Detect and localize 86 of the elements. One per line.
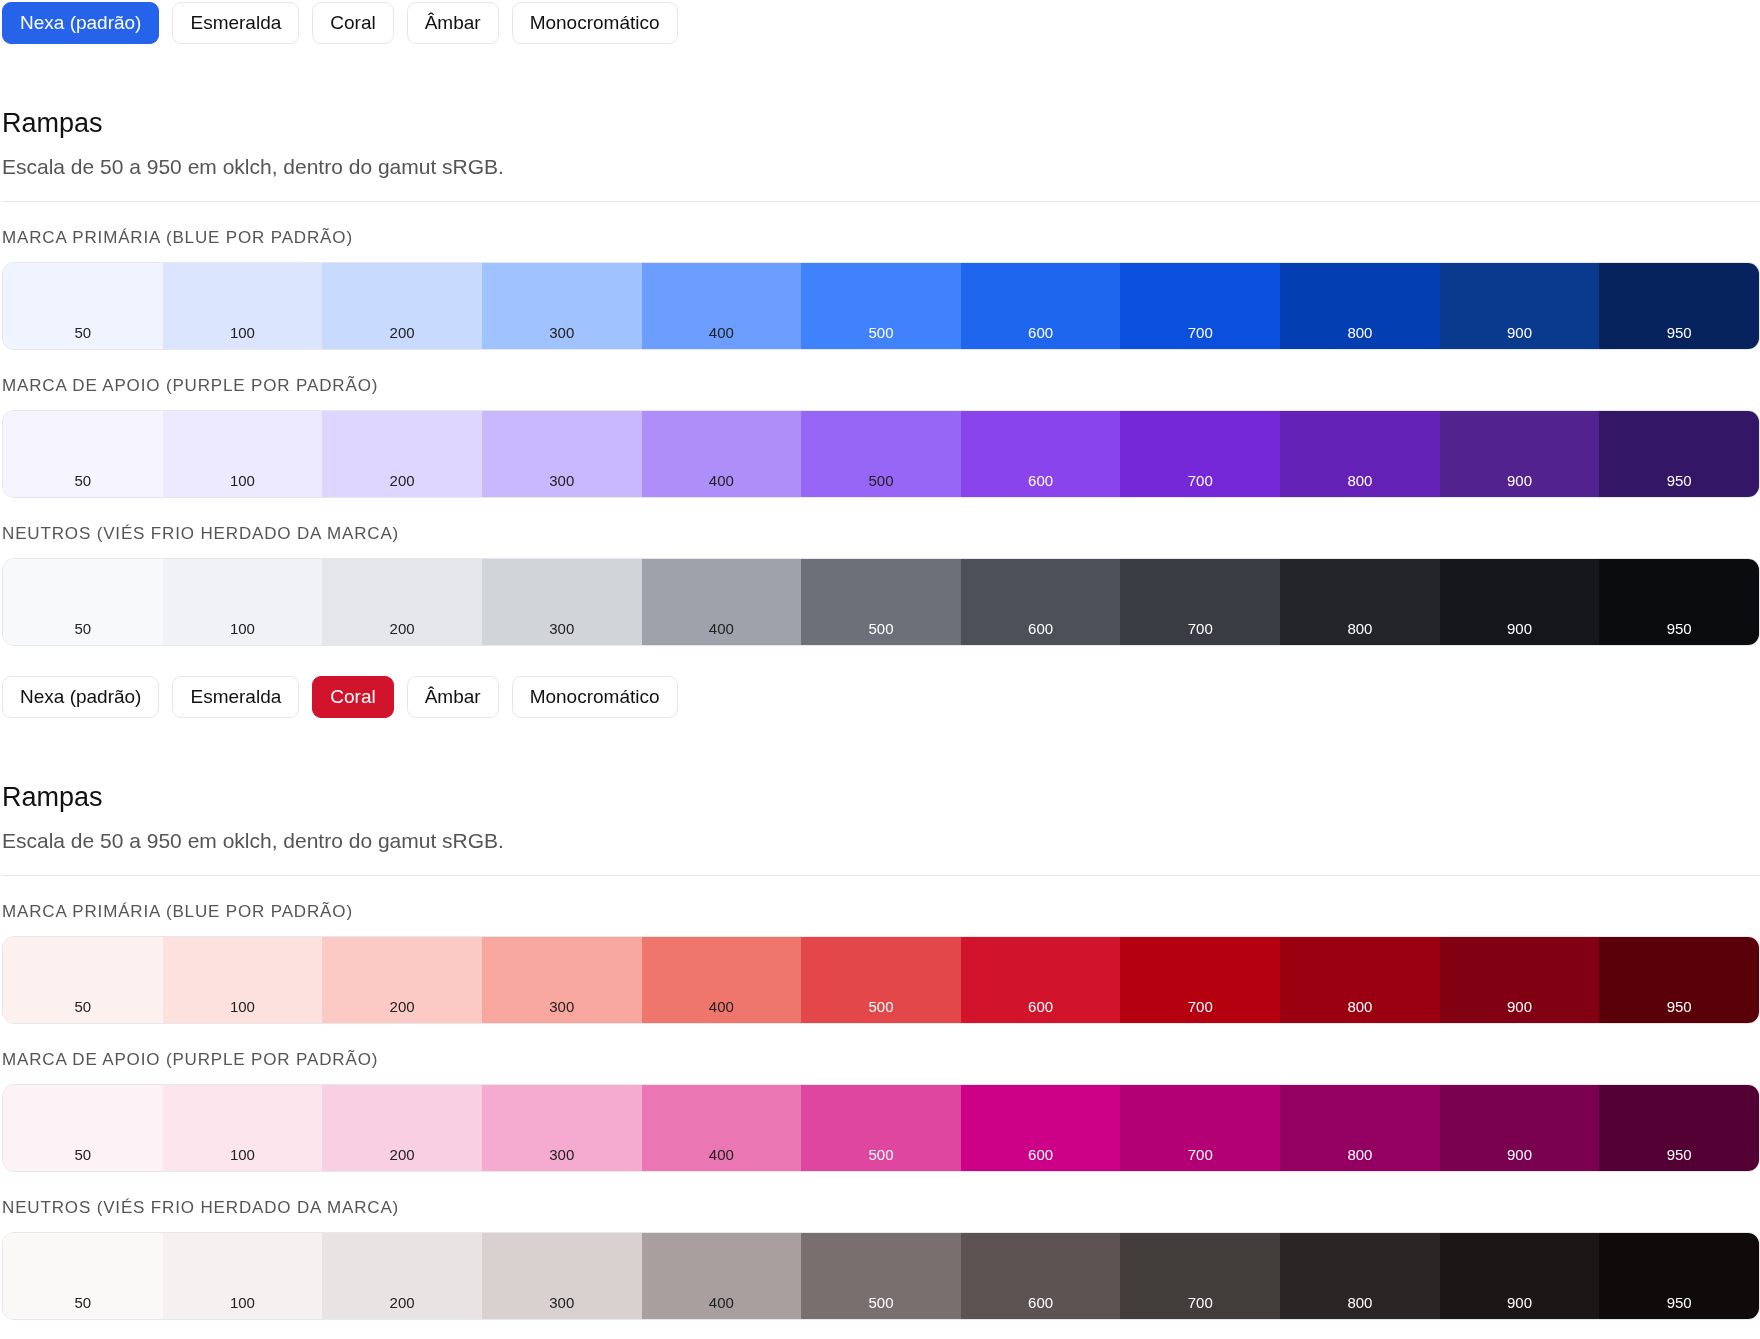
color-swatch: 950 <box>1599 263 1759 349</box>
ramp-label: MARCA PRIMÁRIA (BLUE POR PADRÃO) <box>2 902 354 922</box>
ramp-label: MARCA PRIMÁRIA (BLUE POR PADRÃO) <box>2 228 354 248</box>
color-swatch: 900 <box>1439 1085 1600 1171</box>
ramp-label: MARCA DE APOIO (PURPLE POR PADRÃO) <box>2 1050 380 1070</box>
color-swatch: 100 <box>162 937 323 1023</box>
color-swatch: 600 <box>960 1233 1121 1319</box>
color-swatch: 700 <box>1120 411 1281 497</box>
color-swatch: 950 <box>1599 1233 1759 1319</box>
color-swatch: 400 <box>641 559 802 645</box>
section-title: Rampas <box>2 108 104 139</box>
color-swatch: 900 <box>1439 263 1600 349</box>
color-swatch: 950 <box>1599 937 1759 1023</box>
ramp-label: NEUTROS (VIÉS FRIO HERDADO DA MARCA) <box>2 1198 401 1218</box>
theme-option[interactable]: Esmeralda <box>172 676 300 718</box>
color-swatch: 400 <box>641 411 802 497</box>
color-swatch: 700 <box>1120 937 1281 1023</box>
color-swatch: 100 <box>162 411 323 497</box>
color-swatch: 500 <box>801 263 961 349</box>
color-swatch: 700 <box>1120 1085 1281 1171</box>
theme-option[interactable]: Nexa (padrão) <box>2 676 160 718</box>
color-swatch: 900 <box>1439 411 1600 497</box>
color-swatch: 500 <box>801 559 961 645</box>
color-swatch: 800 <box>1280 411 1440 497</box>
color-swatch: 800 <box>1280 1085 1440 1171</box>
color-swatch: 600 <box>960 263 1121 349</box>
color-swatch: 800 <box>1280 937 1440 1023</box>
color-swatch: 400 <box>641 937 802 1023</box>
color-swatch: 800 <box>1280 263 1440 349</box>
color-swatch: 500 <box>801 411 961 497</box>
theme-option[interactable]: Âmbar <box>406 676 499 718</box>
color-swatch: 500 <box>801 1085 961 1171</box>
color-swatch: 950 <box>1599 1085 1759 1171</box>
color-swatch: 500 <box>801 1233 961 1319</box>
section-subtitle: Escala de 50 a 950 em oklch, dentro do gamut sRGB. <box>2 155 505 179</box>
section-title: Rampas <box>2 782 104 813</box>
color-swatch: 100 <box>162 1085 323 1171</box>
color-swatch: 100 <box>162 1233 323 1319</box>
color-swatch: 50 <box>3 263 163 349</box>
color-swatch: 50 <box>3 1233 163 1319</box>
color-swatch: 700 <box>1120 559 1281 645</box>
color-swatch: 600 <box>960 1085 1121 1171</box>
color-swatch: 400 <box>641 1233 802 1319</box>
color-swatch: 600 <box>960 559 1121 645</box>
color-swatch: 300 <box>481 1233 642 1319</box>
color-swatch: 600 <box>960 937 1121 1023</box>
color-swatch: 200 <box>322 1233 482 1319</box>
color-swatch: 900 <box>1439 937 1600 1023</box>
color-swatch: 300 <box>481 559 642 645</box>
ramp-label: MARCA DE APOIO (PURPLE POR PADRÃO) <box>2 376 380 396</box>
theme-option[interactable]: Coral <box>312 676 394 718</box>
theme-option[interactable]: Monocromático <box>511 2 678 44</box>
color-swatch: 500 <box>801 937 961 1023</box>
color-swatch: 600 <box>960 411 1121 497</box>
theme-option[interactable]: Nexa (padrão) <box>2 2 160 44</box>
color-swatch: 700 <box>1120 263 1281 349</box>
color-swatch: 200 <box>322 1085 482 1171</box>
color-swatch: 200 <box>322 937 482 1023</box>
color-swatch: 50 <box>3 1085 163 1171</box>
color-swatch: 800 <box>1280 1233 1440 1319</box>
color-swatch: 200 <box>322 411 482 497</box>
color-swatch: 200 <box>322 263 482 349</box>
color-swatch: 50 <box>3 411 163 497</box>
color-swatch: 400 <box>641 1085 802 1171</box>
theme-option[interactable]: Monocromático <box>511 676 678 718</box>
color-swatch: 50 <box>3 937 163 1023</box>
color-swatch: 900 <box>1439 559 1600 645</box>
theme-option[interactable]: Esmeralda <box>172 2 300 44</box>
color-swatch: 300 <box>481 1085 642 1171</box>
color-swatch: 950 <box>1599 559 1759 645</box>
color-swatch: 100 <box>162 263 323 349</box>
color-swatch: 100 <box>162 559 323 645</box>
theme-option[interactable]: Coral <box>312 2 394 44</box>
color-swatch: 950 <box>1599 411 1759 497</box>
color-swatch: 300 <box>481 263 642 349</box>
color-swatch: 400 <box>641 263 802 349</box>
color-swatch: 800 <box>1280 559 1440 645</box>
color-swatch: 700 <box>1120 1233 1281 1319</box>
color-swatch: 200 <box>322 559 482 645</box>
color-swatch: 50 <box>3 559 163 645</box>
ramp-label: NEUTROS (VIÉS FRIO HERDADO DA MARCA) <box>2 524 401 544</box>
section-subtitle: Escala de 50 a 950 em oklch, dentro do gamut sRGB. <box>2 829 505 853</box>
color-swatch: 300 <box>481 937 642 1023</box>
color-swatch: 300 <box>481 411 642 497</box>
color-swatch: 900 <box>1439 1233 1600 1319</box>
theme-option[interactable]: Âmbar <box>406 2 499 44</box>
